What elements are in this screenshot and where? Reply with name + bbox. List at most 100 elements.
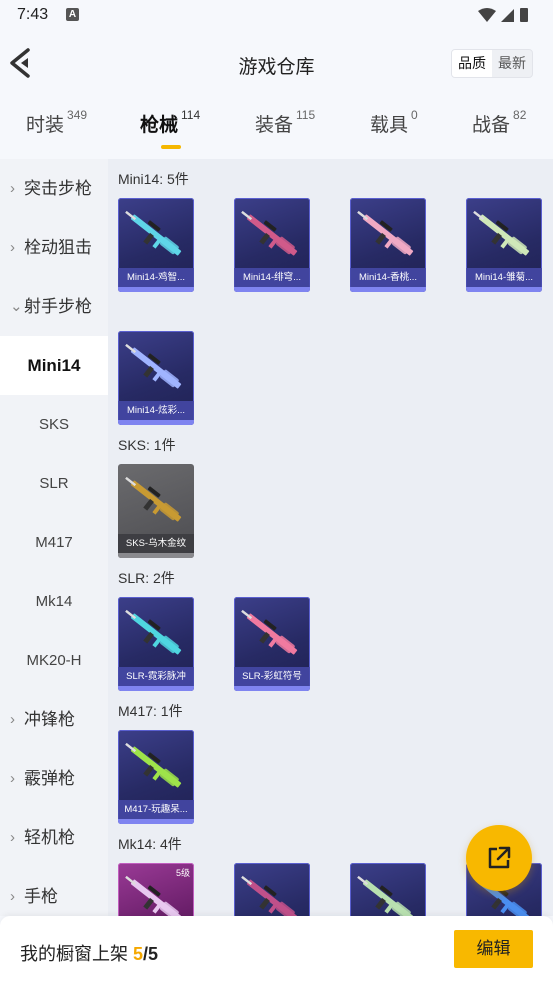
active-tab-indicator — [161, 145, 181, 149]
notification-icon: A — [66, 8, 79, 21]
sort-latest-button[interactable]: 最新 — [492, 50, 532, 77]
weapon-skin-card[interactable]: M417-玩趣呆... — [118, 730, 194, 824]
share-fab[interactable] — [466, 825, 532, 891]
group-header: Mini14: 5件 — [118, 171, 189, 187]
skin-name: Mini14-绯穹... — [234, 268, 310, 287]
rifle-icon — [125, 343, 182, 389]
sidebar-item-label: 轻机枪 — [24, 828, 75, 847]
tab-label: 枪械 — [140, 115, 179, 136]
sidebar-item-label: Mini14 — [27, 356, 81, 375]
share-external-icon — [488, 846, 511, 869]
sidebar-item-轻机枪[interactable]: › 轻机枪 — [0, 808, 108, 867]
sidebar-item-mini14[interactable]: Mini14 — [0, 336, 108, 395]
sidebar-item-label: 霰弹枪 — [24, 769, 75, 788]
battery-icon — [520, 8, 528, 22]
system-status-icons — [478, 8, 528, 22]
skin-name: SKS-乌木金纹 — [118, 534, 194, 553]
group-header: M417: 1件 — [118, 703, 183, 719]
rarity-bar — [234, 287, 310, 292]
sidebar-item-sks[interactable]: SKS — [0, 395, 108, 454]
weapon-skin-card[interactable]: SKS-乌木金纹 — [118, 464, 194, 558]
tab-equipment[interactable]: 装备 115 — [255, 108, 316, 137]
sidebar-item-m417[interactable]: M417 — [0, 513, 108, 572]
weapon-skin-card[interactable] — [234, 863, 310, 916]
sidebar-item-label: SKS — [38, 416, 69, 433]
chevron-right-icon: › — [10, 180, 15, 197]
weapon-skin-card[interactable]: Mini14-雏菊... — [466, 198, 542, 292]
skin-level-badge: 5级 — [175, 868, 190, 878]
tab-count: 349 — [67, 108, 88, 122]
wifi-icon — [478, 8, 496, 22]
rifle-icon — [241, 609, 298, 655]
sidebar-item-label: 栓动狙击 — [24, 238, 92, 257]
sidebar-item-label: 突击步枪 — [24, 179, 92, 198]
showcase-current-count: 5 — [133, 944, 144, 964]
tab-count: 0 — [411, 108, 418, 122]
chevron-down-icon: ⌄ — [10, 298, 23, 315]
tab-count: 115 — [296, 108, 316, 122]
weapon-skin-card[interactable]: Mini14-香桃... — [350, 198, 426, 292]
rarity-bar — [350, 287, 426, 292]
sort-quality-button[interactable]: 品质 — [452, 50, 492, 77]
status-bar: 7:43 A — [0, 0, 553, 32]
weapon-skin-card[interactable] — [350, 863, 426, 916]
rifle-icon — [125, 476, 182, 522]
rarity-bar — [118, 819, 194, 824]
skin-name: SLR-彩虹符号 — [234, 667, 310, 686]
rifle-icon — [125, 609, 182, 655]
sidebar-item-label: M417 — [35, 534, 73, 551]
skin-name: Mini14-炫彩... — [118, 401, 194, 420]
tab-count: 82 — [513, 108, 527, 122]
rarity-bar — [118, 686, 194, 691]
showcase-total-count: 5 — [148, 944, 159, 964]
rarity-bar — [118, 420, 194, 425]
sidebar-item-mk14[interactable]: Mk14 — [0, 572, 108, 631]
rarity-bar — [234, 686, 310, 691]
weapon-skin-card[interactable]: Mini14-绯穹... — [234, 198, 310, 292]
rifle-icon — [125, 210, 182, 256]
skin-name: M417-玩趣呆... — [118, 800, 194, 819]
chevron-right-icon: › — [10, 770, 15, 787]
weapon-skin-card[interactable]: 5级 — [118, 863, 194, 916]
category-tabs: 时装 349 枪械 114 装备 115 载具 0 战备 82 — [0, 96, 553, 152]
rarity-bar — [118, 287, 194, 292]
showcase-status: 我的橱窗上架 5/5 — [20, 940, 158, 966]
chevron-right-icon: › — [10, 829, 15, 846]
showcase-bar: 我的橱窗上架 5/5 编辑 — [0, 916, 553, 984]
sidebar-item-冲锋枪[interactable]: › 冲锋枪 — [0, 690, 108, 749]
tab-label: 装备 — [255, 115, 294, 136]
tab-supplies[interactable]: 战备 82 — [472, 108, 527, 137]
sidebar-item-label: Mk14 — [35, 593, 73, 610]
rifle-icon — [357, 875, 414, 916]
sidebar-item-射手步枪[interactable]: ⌄ 射手步枪 — [0, 277, 108, 336]
group-header: Mk14: 4件 — [118, 836, 182, 852]
rifle-icon — [241, 875, 298, 916]
skin-name: Mini14-鸡智... — [118, 268, 194, 287]
tab-fashion[interactable]: 时装 349 — [26, 108, 88, 137]
weapon-skin-card[interactable]: SLR-彩虹符号 — [234, 597, 310, 691]
sidebar-item-label: 射手步枪 — [24, 297, 92, 316]
sidebar-item-霰弹枪[interactable]: › 霰弹枪 — [0, 749, 108, 808]
weapon-skin-card[interactable]: Mini14-炫彩... — [118, 331, 194, 425]
rifle-icon — [241, 210, 298, 256]
sidebar-item-slr[interactable]: SLR — [0, 454, 108, 513]
weapon-skin-card[interactable]: Mini14-鸡智... — [118, 198, 194, 292]
skin-name: Mini14-香桃... — [350, 268, 426, 287]
weapon-grid: Mini14: 5件 Mini14-鸡智... Mini14-绯穹... Mini14… — [108, 159, 553, 916]
skin-name: Mini14-雏菊... — [466, 268, 542, 287]
tab-label: 战备 — [472, 115, 511, 136]
tab-vehicles[interactable]: 载具 0 — [370, 108, 418, 137]
app-header: 游戏仓库 品质 最新 — [0, 32, 553, 94]
tab-label: 时装 — [26, 115, 65, 136]
weapon-category-sidebar: › 突击步枪 › 栓动狙击 ⌄ 射手步枪 Mini14 SKS SLR M417 Mk14 MK20-… — [0, 159, 108, 916]
sidebar-item-突击步枪[interactable]: › 突击步枪 — [0, 159, 108, 218]
sidebar-item-栓动狙击[interactable]: › 栓动狙击 — [0, 218, 108, 277]
sidebar-item-label: SLR — [39, 475, 69, 492]
sidebar-item-mk20-h[interactable]: MK20-H — [0, 631, 108, 690]
sidebar-item-label: 冲锋枪 — [24, 710, 75, 729]
tab-count: 114 — [181, 108, 201, 122]
weapon-skin-card[interactable]: SLR-霓彩脉冲 — [118, 597, 194, 691]
tab-weapons[interactable]: 枪械 114 — [140, 108, 201, 137]
status-time: 7:43 — [17, 6, 49, 23]
edit-button[interactable]: 编辑 — [454, 930, 533, 968]
